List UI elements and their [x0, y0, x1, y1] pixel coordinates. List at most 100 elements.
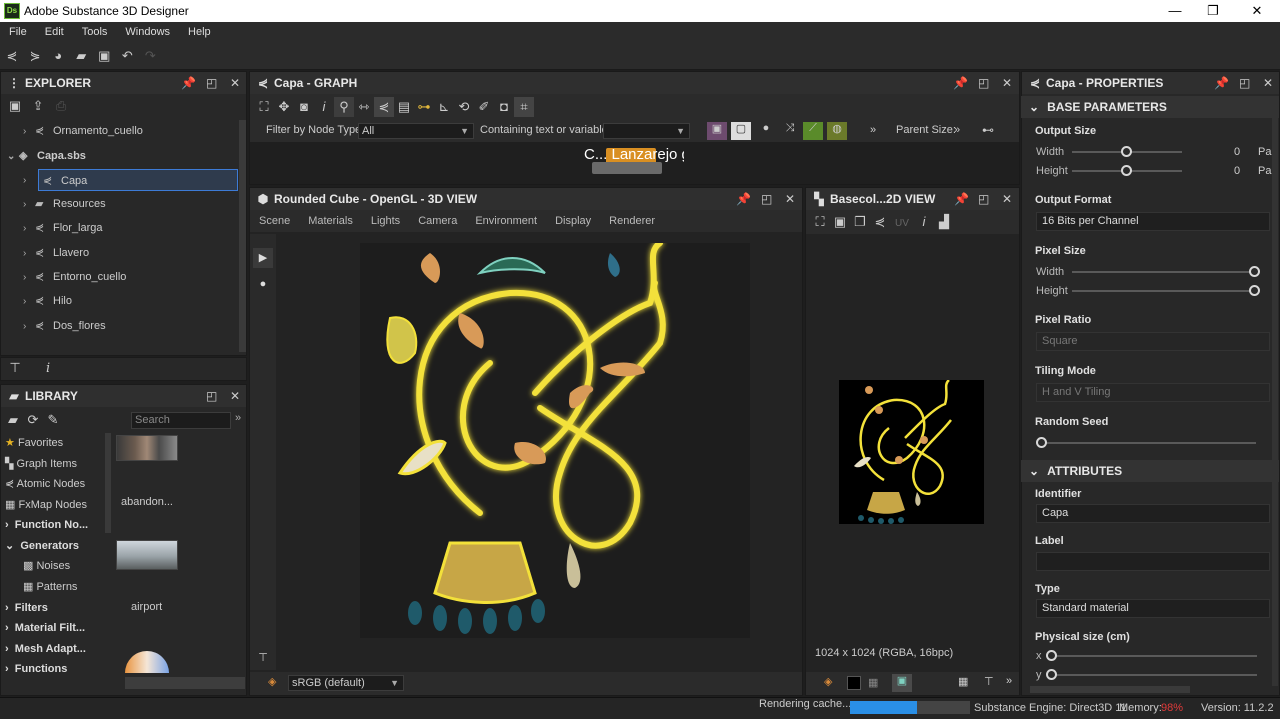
menu-file[interactable]: File	[0, 22, 36, 38]
float-panel-icon[interactable]: ◰	[1239, 72, 1250, 94]
add-folder-icon[interactable]: ▰	[3, 410, 23, 430]
output-format-select[interactable]: 16 Bits per Channel	[1036, 212, 1270, 231]
link-icon[interactable]: ⊶	[414, 97, 434, 117]
menu-environment[interactable]: Environment	[466, 210, 546, 232]
properties-hscrollbar[interactable]	[1030, 686, 1190, 693]
pixel-height-slider[interactable]	[1072, 290, 1257, 292]
new-function-icon[interactable]: ⋟	[25, 46, 45, 66]
uv-toggle[interactable]: UV	[890, 214, 914, 234]
nodes-icon[interactable]: ⋞	[374, 97, 394, 117]
menu-help[interactable]: Help	[179, 22, 220, 38]
shuffle-icon[interactable]: ⤨	[780, 122, 800, 140]
menu-windows[interactable]: Windows	[116, 22, 179, 38]
minimize-button[interactable]: —	[1160, 2, 1190, 20]
save-icon[interactable]: ▣	[94, 46, 114, 66]
type-select[interactable]: Standard material	[1036, 599, 1270, 618]
crop-icon[interactable]: ⌗	[514, 97, 534, 117]
float-panel-icon[interactable]: ◰	[206, 72, 217, 94]
hdr-thumbnail-abandoned[interactable]	[116, 435, 178, 461]
tree-item-resources[interactable]: › ▰ Resources	[23, 193, 106, 215]
checker-bg-icon[interactable]: ▦	[868, 676, 878, 689]
save-image-icon[interactable]: ▣	[830, 212, 850, 232]
preview-icon[interactable]: ◘	[494, 97, 514, 117]
identifier-input[interactable]: Capa	[1036, 504, 1270, 523]
more-icon[interactable]: »	[1006, 675, 1012, 687]
float-panel-icon[interactable]: ◰	[978, 72, 989, 94]
library-hscrollbar[interactable]	[125, 677, 245, 689]
frame-icon[interactable]: ⛶	[254, 97, 274, 117]
menu-materials[interactable]: Materials	[299, 210, 362, 232]
close-window-button[interactable]: ✕	[1242, 2, 1272, 20]
physical-x-slider[interactable]	[1052, 655, 1257, 657]
library-categories-scrollbar[interactable]	[105, 433, 111, 533]
drop-fx-icon[interactable]: ◍	[827, 122, 847, 140]
pixel-ratio-select[interactable]: Square	[1036, 332, 1270, 351]
explorer-scrollbar[interactable]	[239, 120, 246, 352]
pixel-height-knob[interactable]	[1249, 285, 1260, 296]
black-bg-icon[interactable]	[847, 676, 861, 690]
community-icon[interactable]: ◕	[48, 46, 68, 66]
env-bg-icon[interactable]: ▣	[892, 674, 912, 692]
library-function-nodes[interactable]: › Function No...	[1, 515, 105, 535]
library-patterns[interactable]: ▦ Patterns	[1, 577, 105, 597]
colorspace-select[interactable]: sRGB (default) ▼	[288, 675, 404, 691]
image-filter-icon[interactable]: ▣	[707, 122, 727, 140]
library-material-filters[interactable]: › Material Filt...	[1, 618, 105, 638]
physical-x-knob[interactable]	[1046, 650, 1057, 661]
tree-item-flor-larga[interactable]: › ⋞ Flor_larga	[23, 217, 103, 239]
tree-item-package[interactable]: ⌄ ◈ Capa.sbs	[7, 145, 86, 167]
physical-y-slider[interactable]	[1052, 674, 1257, 676]
label-input[interactable]	[1036, 552, 1270, 571]
redo-icon[interactable]: ↷	[140, 46, 160, 66]
pin-icon[interactable]: 📌	[954, 188, 969, 210]
sphere-thumbnail[interactable]	[125, 651, 169, 673]
tool-icon[interactable]: ✐	[474, 97, 494, 117]
menu-edit[interactable]: Edit	[36, 22, 73, 38]
tree-item-hilo[interactable]: › ⋞ Hilo	[23, 290, 72, 312]
hierarchy-icon[interactable]: ⊤	[5, 358, 25, 378]
camera-icon[interactable]: ◙	[294, 97, 314, 117]
open-folder-icon[interactable]: ▰	[71, 46, 91, 66]
float-panel-icon[interactable]: ◰	[206, 385, 217, 407]
library-functions[interactable]: › Functions	[1, 659, 105, 679]
tree-item-llavero[interactable]: › ⋞ Llavero	[23, 242, 89, 264]
close-panel-icon[interactable]: ✕	[1263, 72, 1273, 94]
library-filters[interactable]: › Filters	[1, 598, 105, 618]
connect-icon[interactable]: ⊾	[434, 97, 454, 117]
search-icon[interactable]: ⚲	[334, 97, 354, 117]
more-icon[interactable]: »	[870, 124, 876, 136]
pin-icon[interactable]: 📌	[953, 72, 968, 94]
more-icon[interactable]: »	[954, 124, 960, 136]
undo-icon[interactable]: ↶	[117, 46, 137, 66]
menu-camera[interactable]: Camera	[409, 210, 466, 232]
library-fxmap-nodes[interactable]: ▦ FxMap Nodes	[1, 495, 105, 515]
float-panel-icon[interactable]: ◰	[978, 188, 989, 210]
tree-item-capa[interactable]: ⋞ Capa	[38, 169, 238, 191]
library-atomic-nodes[interactable]: ⋞ Atomic Nodes	[1, 474, 105, 494]
texture-2d-preview[interactable]	[839, 380, 984, 524]
tree-item-ornamento[interactable]: › ⋞ Ornamento_cuello	[23, 120, 143, 142]
menu-display[interactable]: Display	[546, 210, 600, 232]
drop-filter-icon[interactable]: ●	[756, 122, 776, 140]
save-package-icon[interactable]: ▣	[5, 96, 25, 116]
library-favorites[interactable]: ★ Favorites	[1, 433, 105, 453]
material-filter-icon[interactable]: ▢	[731, 122, 751, 140]
menu-renderer[interactable]: Renderer	[600, 210, 664, 232]
connector-icon[interactable]: ⊷	[982, 123, 994, 137]
expand-icon[interactable]: »	[235, 412, 241, 424]
close-panel-icon[interactable]: ✕	[230, 385, 240, 407]
attributes-section[interactable]: ⌄ ATTRIBUTES	[1021, 460, 1279, 482]
tiling-mode-select[interactable]: H and V Tiling	[1036, 383, 1270, 402]
fit-view-icon[interactable]: ⛶	[810, 212, 830, 232]
transform-icon[interactable]: ⊤	[984, 675, 994, 688]
maximize-button[interactable]: ❐	[1198, 2, 1228, 20]
hdr-thumbnail-airport[interactable]	[116, 540, 178, 570]
edit-pencil-icon[interactable]: ✎	[43, 410, 63, 430]
move-icon[interactable]: ✥	[274, 97, 294, 117]
histogram-icon[interactable]: ▟	[934, 212, 954, 232]
close-panel-icon[interactable]: ✕	[230, 72, 240, 94]
info-icon[interactable]: i	[914, 212, 934, 232]
graph-node[interactable]	[592, 162, 662, 174]
new-graph-icon[interactable]: ⋞	[2, 46, 22, 66]
menu-lights[interactable]: Lights	[362, 210, 409, 232]
